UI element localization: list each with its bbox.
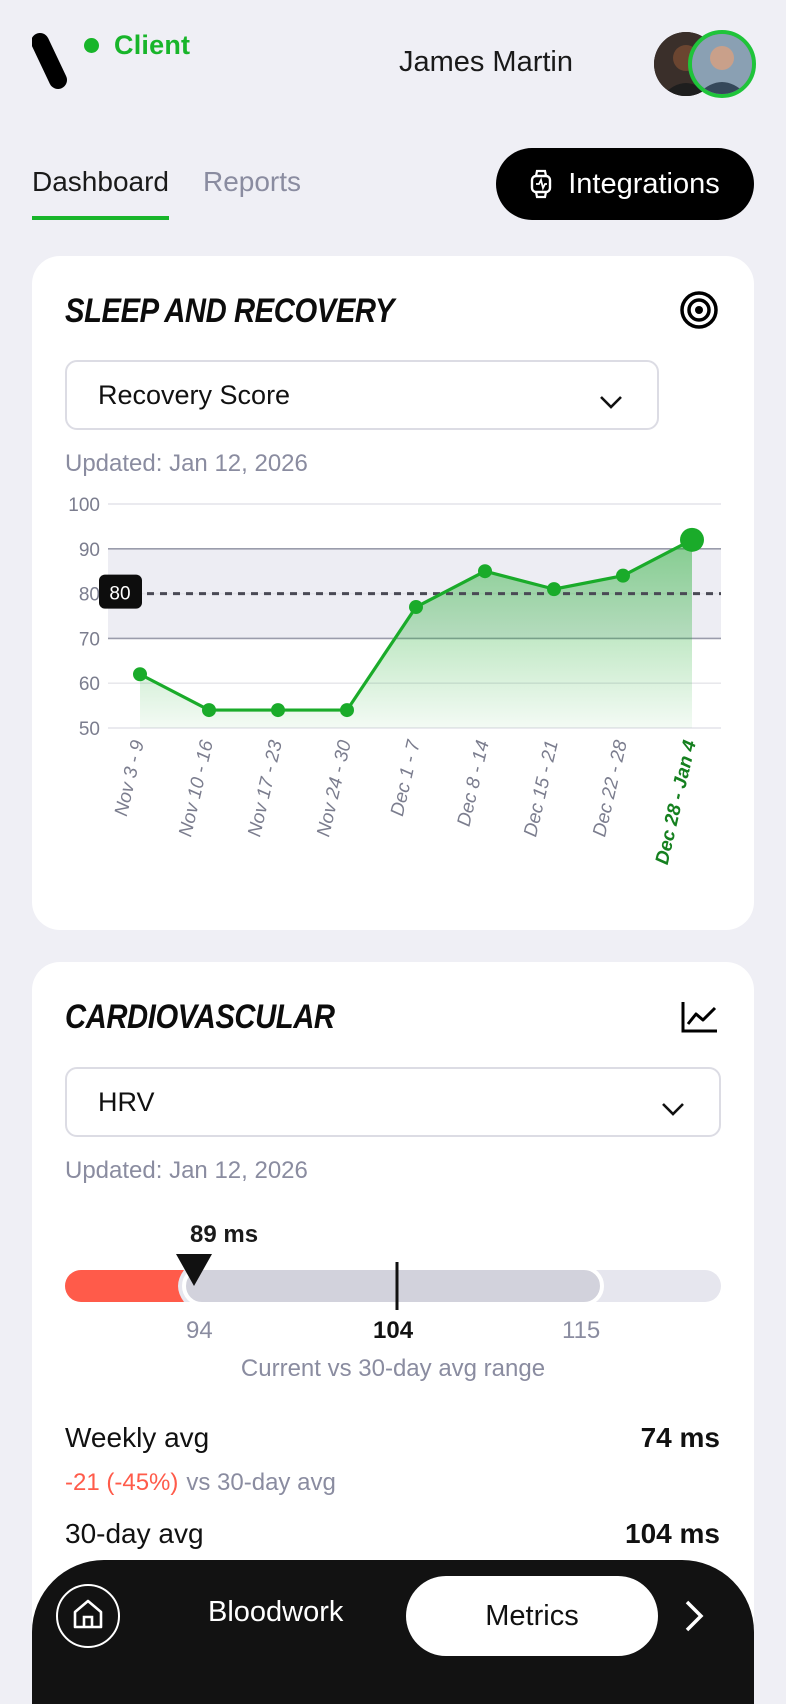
y-tick-label: 60 <box>79 674 100 695</box>
data-point <box>340 703 354 718</box>
x-tick-label: Nov 3 - 9 <box>111 738 149 818</box>
x-tick-label: Dec 1 - 7 <box>387 737 425 818</box>
line-chart-icon[interactable] <box>681 1000 719 1039</box>
range-caption: Current vs 30-day avg range <box>240 1355 546 1382</box>
range-mid-label: 104 <box>373 1317 414 1344</box>
metric-select[interactable]: HRV <box>65 1067 721 1137</box>
data-point <box>133 667 147 682</box>
data-point <box>202 703 216 718</box>
y-tick-label: 100 <box>68 495 100 516</box>
x-tick-label: Dec 15 - 21 <box>520 738 563 838</box>
x-tick-label: Nov 17 - 23 <box>244 738 287 839</box>
current-fill <box>65 1270 184 1302</box>
y-tick-label: 90 <box>79 540 100 561</box>
target-badge-label: 80 <box>109 584 130 605</box>
data-point <box>616 568 630 583</box>
delta-caption: vs 30-day avg <box>186 1469 336 1496</box>
select-value: HRV <box>98 1086 155 1117</box>
delta-value: -21 (-45%) <box>65 1469 179 1496</box>
bottom-nav: Bloodwork Metrics <box>32 1560 754 1704</box>
data-point <box>547 582 561 597</box>
y-tick-label: 80 <box>79 585 100 606</box>
x-tick-label: Dec 28 - Jan 4 <box>652 738 701 867</box>
home-button[interactable] <box>56 1584 120 1648</box>
weekly-avg-value: 74 ms <box>640 1422 720 1453</box>
y-tick-label: 70 <box>79 629 100 650</box>
y-tick-label: 50 <box>79 719 100 740</box>
weekly-avg-label: Weekly avg <box>65 1422 210 1453</box>
range-high-label: 115 <box>562 1317 601 1344</box>
card-title: CARDIOVASCULAR <box>65 998 335 1036</box>
range-low-label: 94 <box>186 1317 213 1344</box>
chevron-right-icon[interactable] <box>682 1596 706 1641</box>
x-tick-label: Dec 22 - 28 <box>589 738 632 839</box>
avg30-value: 104 ms <box>625 1518 720 1549</box>
weekly-delta: -21 (-45%) vs 30-day avg <box>65 1469 336 1497</box>
data-point <box>271 703 285 718</box>
data-point <box>478 564 492 579</box>
x-tick-label: Dec 8 - 14 <box>454 738 494 828</box>
chevron-down-icon <box>661 1093 685 1124</box>
x-tick-label: Nov 10 - 16 <box>175 738 218 839</box>
range-band <box>182 1266 604 1306</box>
hrv-range-bar <box>65 1254 721 1310</box>
data-point <box>409 600 423 615</box>
x-tick-label: Nov 24 - 30 <box>313 738 356 839</box>
updated-text: Updated: Jan 12, 2026 <box>65 1157 308 1184</box>
nav-bloodwork[interactable]: Bloodwork <box>208 1596 343 1629</box>
nav-metrics[interactable]: Metrics <box>406 1576 658 1656</box>
recovery-score-chart: 100 90 80 70 60 50 80 Nov 3 - 9 Nov 10 - 16 Nov 1… <box>68 495 721 867</box>
home-icon <box>71 1597 105 1636</box>
data-point <box>680 527 704 552</box>
current-value-label: 89 ms <box>190 1221 259 1248</box>
avg30-label: 30-day avg <box>65 1518 204 1549</box>
